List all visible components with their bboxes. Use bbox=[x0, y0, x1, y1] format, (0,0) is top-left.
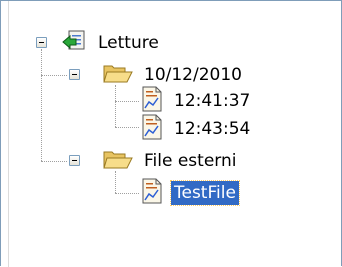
network-drive-arrow-icon bbox=[61, 29, 87, 58]
tree-node-label: 12:41:37 bbox=[174, 91, 251, 111]
collapse-folder-toggle[interactable] bbox=[69, 69, 80, 80]
chart-document-icon bbox=[141, 178, 163, 209]
left-edge-strip bbox=[1, 1, 9, 267]
tree-node-file[interactable]: 12:43:54 bbox=[141, 114, 253, 145]
tree-view[interactable]: Letture 10/12/2010 12:41:37 12:43:54 Fil… bbox=[0, 0, 342, 267]
tree-connector-line bbox=[41, 49, 42, 161]
chart-document-icon bbox=[141, 86, 163, 117]
tree-node-folder[interactable]: File esterni bbox=[103, 148, 239, 174]
tree-node-root[interactable]: Letture bbox=[61, 30, 162, 56]
chart-document-icon bbox=[141, 114, 163, 145]
tree-node-label: File esterni bbox=[144, 151, 237, 171]
tree-connector-line bbox=[41, 161, 67, 162]
tree-node-label: Letture bbox=[98, 33, 159, 53]
tree-connector-line bbox=[115, 85, 116, 127]
tree-node-label: 10/12/2010 bbox=[144, 65, 242, 85]
collapse-root-toggle[interactable] bbox=[36, 37, 47, 48]
open-folder-icon bbox=[103, 148, 133, 175]
collapse-folder-toggle[interactable] bbox=[69, 155, 80, 166]
tree-node-file[interactable]: 12:41:37 bbox=[141, 86, 253, 117]
tree-node-folder[interactable]: 10/12/2010 bbox=[103, 62, 245, 88]
tree-connector-line bbox=[115, 193, 139, 194]
tree-node-file[interactable]: TestFile bbox=[141, 178, 240, 209]
open-folder-icon bbox=[103, 62, 133, 89]
tree-node-label: 12:43:54 bbox=[174, 119, 251, 139]
tree-node-label-selected: TestFile bbox=[170, 180, 240, 206]
tree-connector-line bbox=[115, 127, 139, 128]
tree-connector-line bbox=[115, 101, 139, 102]
tree-connector-line bbox=[41, 75, 67, 76]
